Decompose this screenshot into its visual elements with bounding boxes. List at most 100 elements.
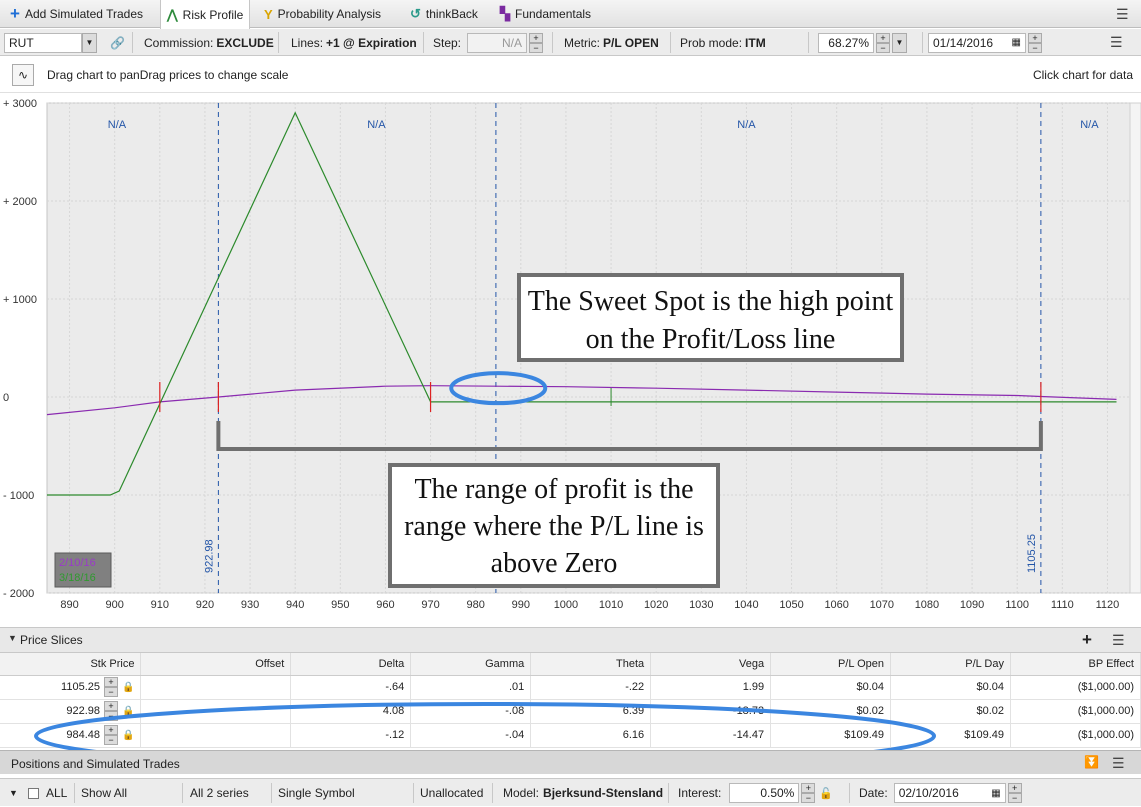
col-pl-open[interactable]: P/L Open	[770, 653, 892, 676]
x-tick-label: 1040	[734, 599, 758, 611]
toolbar: RUT ▼ 🔗 Commission: EXCLUDE Lines: +1 @ Ex…	[0, 29, 1141, 56]
y-tick-label: + 3000	[3, 98, 37, 110]
x-tick-label: 960	[376, 599, 394, 611]
x-tick-label: 890	[60, 599, 78, 611]
col-delta[interactable]: Delta	[290, 653, 412, 676]
lines-setting[interactable]: Lines: +1 @ Expiration	[291, 29, 417, 56]
expand-icon[interactable]: ▼	[9, 779, 18, 807]
x-tick-label: 970	[421, 599, 439, 611]
series-selector[interactable]: All 2 series	[190, 779, 249, 807]
menu-icon: ☰	[1110, 34, 1123, 50]
zone-label: N/A	[737, 119, 756, 131]
bottom-bar: ▼ ALL Show All All 2 series Single Symbo…	[0, 778, 1141, 806]
chart-hint-bar: ∿ Drag chart to panDrag prices to change…	[0, 57, 1141, 93]
menu-icon: ☰	[1116, 5, 1129, 22]
zone-label: N/A	[1080, 119, 1099, 131]
positions-menu-button[interactable]: ☰	[1112, 755, 1125, 772]
interest-input[interactable]: 0.50%	[729, 783, 800, 803]
positions-header: Positions and Simulated Trades ⏬ ☰	[0, 750, 1141, 774]
probability-percent-input[interactable]: 68.27%	[818, 32, 874, 53]
calendar-icon: ▦	[991, 787, 1001, 799]
lock-icon[interactable]: 🔒	[122, 682, 134, 693]
x-tick-label: 1120	[1096, 599, 1120, 611]
percent-stepper[interactable]: + −	[876, 32, 890, 53]
y-tick-label: + 2000	[3, 196, 37, 208]
collapse-icon[interactable]: ▼	[8, 633, 17, 643]
stk-price-stepper[interactable]: + −	[104, 677, 118, 697]
step-label: Step:	[433, 35, 462, 50]
select-all-checkbox[interactable]	[28, 787, 39, 799]
symbol-dropdown-button[interactable]: ▼	[82, 32, 97, 53]
col-theta[interactable]: Theta	[530, 653, 652, 676]
menu-icon: ☰	[1112, 632, 1125, 648]
x-tick-label: 1090	[960, 599, 984, 611]
chevron-down-icon: ▼	[895, 38, 904, 47]
tab-add-simulated-trades[interactable]: + Add Simulated Trades	[4, 0, 149, 28]
x-tick-label: 920	[196, 599, 214, 611]
x-tick-label: 940	[286, 599, 304, 611]
commission-setting[interactable]: Commission: EXCLUDE	[144, 29, 274, 56]
y-tick-label: 0	[3, 392, 9, 404]
unlock-icon[interactable]: 🔓	[819, 787, 833, 800]
x-tick-label: 1030	[689, 599, 713, 611]
show-all-button[interactable]: Show All	[81, 779, 127, 807]
step-input[interactable]: N/A	[467, 32, 528, 53]
tab-fundamentals[interactable]: ▚ Fundamentals	[494, 0, 597, 28]
x-tick-label: 990	[512, 599, 530, 611]
chart-style-button[interactable]: ∿	[12, 64, 34, 86]
calendar-icon: ▦	[1011, 37, 1021, 48]
x-tick-label: 1020	[644, 599, 668, 611]
price-slices-header: ▼ Price Slices + ☰	[0, 627, 1141, 653]
symbol-input[interactable]: RUT	[4, 32, 82, 53]
unallocated-button[interactable]: Unallocated	[420, 779, 483, 807]
x-tick-label: 900	[106, 599, 124, 611]
tab-probability-analysis[interactable]: Y Probability Analysis	[258, 0, 387, 28]
col-gamma[interactable]: Gamma	[410, 653, 532, 676]
risk-profile-icon: ⋀	[167, 6, 178, 22]
add-slice-button[interactable]: +	[1082, 630, 1092, 650]
date-stepper[interactable]: + −	[1028, 32, 1042, 53]
positions-title: Positions and Simulated Trades	[11, 757, 180, 771]
y-tick-label: - 1000	[3, 490, 34, 502]
prob-mode-setting[interactable]: Prob mode: ITM	[680, 29, 766, 56]
date-stepper[interactable]: + −	[1007, 783, 1022, 803]
step-stepper[interactable]: + −	[529, 32, 544, 53]
chart-legend: 2/10/16 3/18/16	[54, 552, 112, 588]
x-tick-label: 910	[151, 599, 169, 611]
tab-thinkback[interactable]: ↺ thinkBack	[404, 0, 484, 28]
plus-icon: +	[1082, 630, 1092, 649]
col-offset[interactable]: Offset	[140, 653, 292, 676]
col-vega[interactable]: Vega	[650, 653, 772, 676]
collapse-positions-button[interactable]: ⏬	[1084, 755, 1099, 769]
table-header-row: Stk Price Offset Delta Gamma Theta Vega …	[0, 653, 1141, 676]
percent-dropdown-button[interactable]: ▼	[892, 32, 907, 53]
chart-icon: ∿	[17, 68, 29, 82]
y-tick-label: + 1000	[3, 294, 37, 306]
y-tick-label: - 2000	[3, 588, 34, 600]
slices-menu-button[interactable]: ☰	[1112, 632, 1125, 649]
price-marker-label: 922.98	[203, 539, 215, 573]
date-input[interactable]: 02/10/2016 ▦	[893, 783, 1006, 803]
fundamentals-icon: ▚	[500, 6, 510, 21]
zone-label: N/A	[108, 119, 127, 131]
click-hint: Click chart for data	[1032, 68, 1133, 82]
table-row: 1105.25 + − 🔒 -.64 .01 -.22 1.99 $0.04 $0.0…	[0, 675, 1141, 700]
col-stk-price[interactable]: Stk Price	[0, 653, 142, 676]
expiration-date-input[interactable]: 01/14/2016 ▦	[928, 32, 1026, 53]
model-setting[interactable]: Model: Bjerksund-Stensland	[503, 779, 663, 807]
metric-setting[interactable]: Metric: P/L OPEN	[564, 29, 659, 56]
x-tick-label: 1060	[824, 599, 848, 611]
history-icon: ↺	[410, 6, 421, 21]
tab-menu-button[interactable]: ☰	[1110, 0, 1135, 28]
col-pl-day[interactable]: P/L Day	[890, 653, 1011, 676]
toolbar-menu-button[interactable]: ☰	[1110, 29, 1123, 56]
link-button[interactable]: 🔗	[110, 29, 125, 56]
x-tick-label: 1050	[779, 599, 803, 611]
single-symbol-button[interactable]: Single Symbol	[278, 779, 355, 807]
chart-scroll-strip	[1129, 102, 1141, 594]
price-marker-label: 1105.25	[1026, 534, 1038, 573]
all-label: ALL	[46, 786, 68, 800]
interest-stepper[interactable]: + −	[801, 783, 816, 803]
tab-risk-profile[interactable]: ⋀ Risk Profile	[160, 0, 251, 29]
col-bp-effect[interactable]: BP Effect	[1010, 653, 1141, 676]
